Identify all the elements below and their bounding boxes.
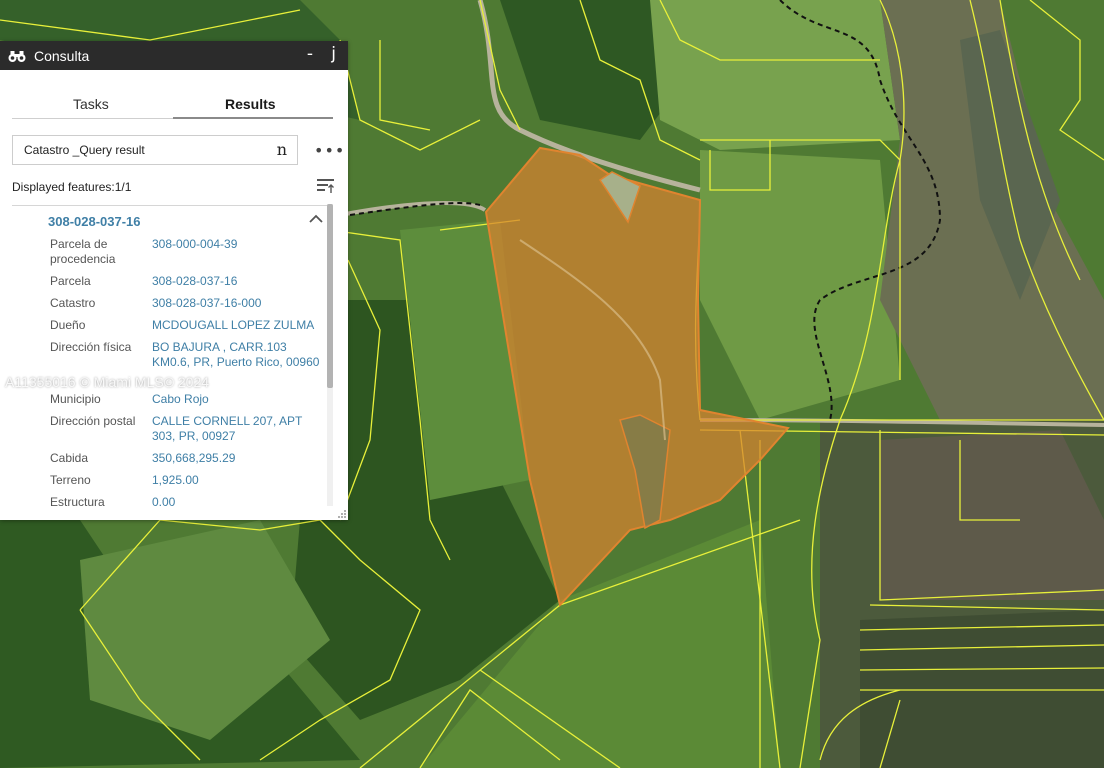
more-options-button[interactable]: ••• bbox=[314, 141, 345, 160]
attribute-value[interactable]: Cabo Rojo bbox=[152, 392, 324, 407]
attribute-label: Parcela de procedencia bbox=[50, 237, 116, 266]
close-button[interactable]: j bbox=[331, 44, 336, 64]
attribute-label: Parcela bbox=[50, 274, 91, 288]
feature-title[interactable]: 308-028-037-16 bbox=[48, 214, 141, 229]
tab-active-indicator bbox=[173, 117, 333, 119]
attribute-label: Municipio bbox=[50, 392, 101, 406]
query-result-selector[interactable]: Catastro _Query result n bbox=[12, 135, 298, 165]
tab-tasks[interactable]: Tasks bbox=[73, 96, 109, 112]
resize-grip-icon[interactable] bbox=[338, 510, 346, 518]
sort-icon[interactable] bbox=[317, 178, 334, 194]
attribute-value[interactable]: 1,925.00 bbox=[152, 473, 324, 488]
attribute-list: Parcela de procedencia 308-000-004-39 Pa… bbox=[0, 237, 330, 509]
features-divider bbox=[12, 205, 333, 206]
panel-title: Consulta bbox=[34, 47, 90, 64]
attribute-label: Dirección postal bbox=[50, 414, 136, 428]
attribute-label: Dirección física bbox=[50, 340, 132, 354]
attribute-label: Terreno bbox=[50, 473, 91, 487]
attribute-label: Cabida bbox=[50, 451, 89, 465]
attribute-value[interactable]: MCDOUGALL LOPEZ ZULMA bbox=[152, 318, 324, 333]
scrollbar-thumb[interactable] bbox=[327, 204, 333, 388]
minimize-button[interactable]: - bbox=[307, 44, 313, 64]
binoculars-icon bbox=[8, 50, 26, 62]
panel-tabs: Tasks Results bbox=[0, 70, 348, 120]
attribute-value[interactable]: 308-028-037-16 bbox=[152, 274, 324, 289]
query-result-label: Catastro _Query result bbox=[24, 143, 145, 157]
chevron-up-icon[interactable] bbox=[309, 214, 323, 224]
panel-header[interactable]: Consulta - j bbox=[0, 41, 348, 70]
attribute-label: Estructura bbox=[50, 495, 105, 509]
attribute-value[interactable]: 308-000-004-39 bbox=[152, 237, 324, 252]
attribute-label: Dueño bbox=[50, 318, 86, 332]
attribute-value[interactable]: 0.00 bbox=[152, 495, 324, 509]
query-result-dropdown-icon[interactable]: n bbox=[277, 140, 287, 159]
attribute-value[interactable]: BO BAJURA , CARR.103 KM0.6, PR, Puerto R… bbox=[152, 340, 324, 370]
attribute-value[interactable]: CALLE CORNELL 207, APT 303, PR, 00927 bbox=[152, 414, 324, 444]
tab-results[interactable]: Results bbox=[225, 96, 276, 112]
consulta-panel: Consulta - j Tasks Results Catastro _Que… bbox=[0, 41, 348, 520]
attribute-value[interactable]: 350,668,295.29 bbox=[152, 451, 324, 466]
attribute-label: Catastro bbox=[50, 296, 96, 310]
attribute-value[interactable]: 308-028-037-16-000 bbox=[152, 296, 324, 311]
displayed-features-count: Displayed features:1/1 bbox=[12, 180, 132, 194]
